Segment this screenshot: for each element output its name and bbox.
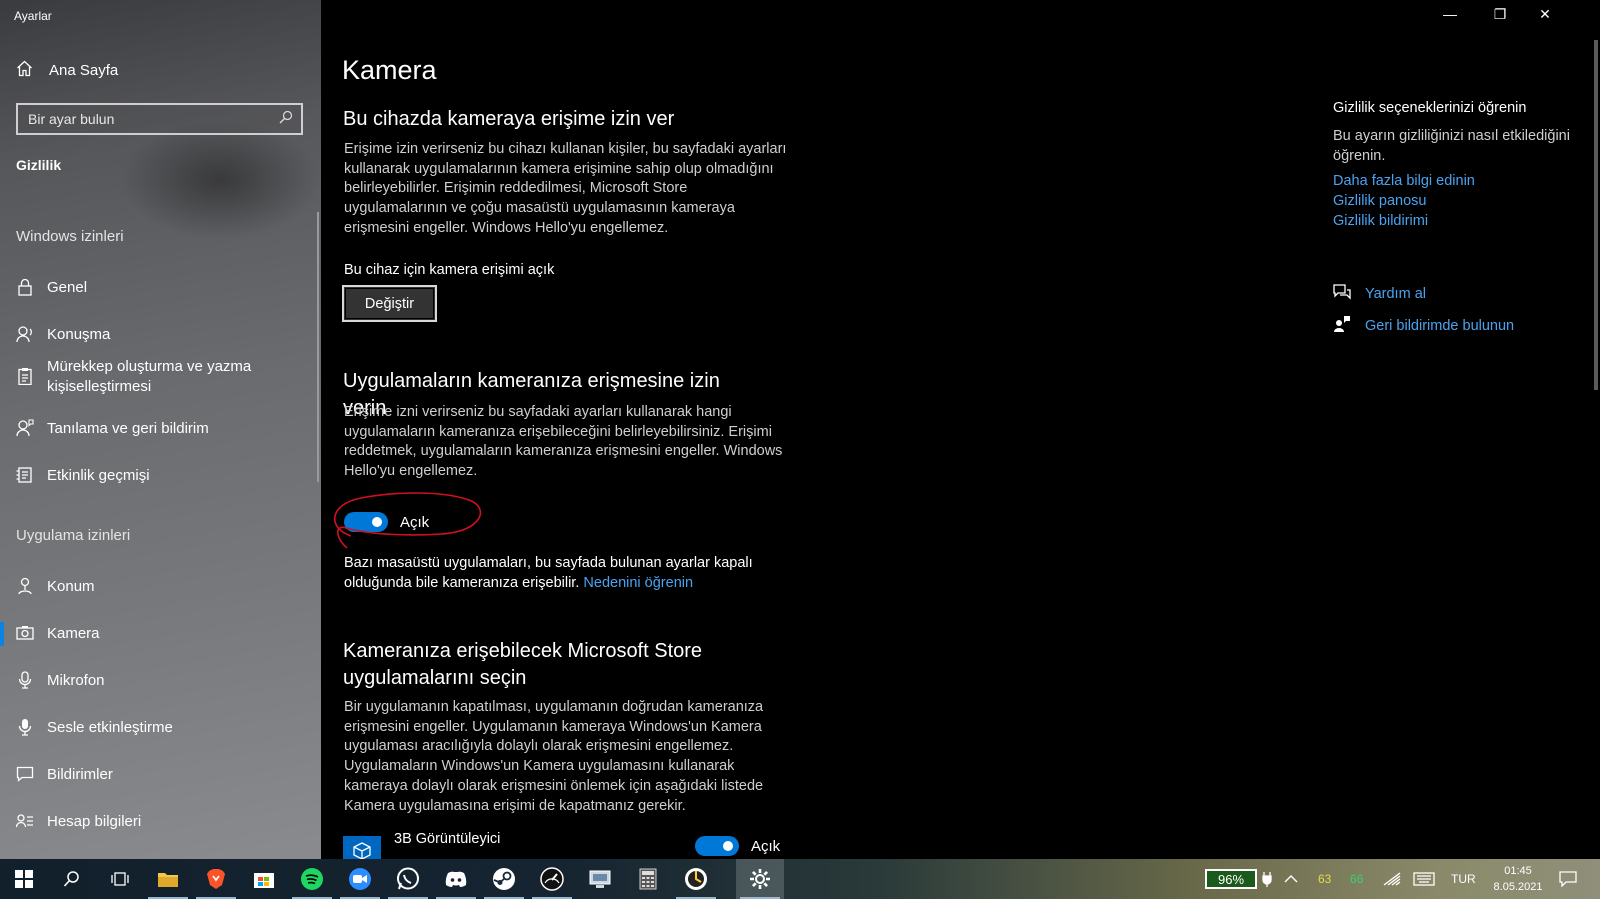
discord-icon[interactable] (432, 859, 480, 899)
gauge-icon[interactable] (528, 859, 576, 899)
minimize-button[interactable]: — (1435, 6, 1465, 22)
give-feedback-label: Geri bildirimde bulunun (1365, 318, 1515, 334)
sidebar-item-label: Mikrofon (47, 672, 105, 689)
input-language[interactable]: TUR (1451, 859, 1476, 899)
sidebar-item-label: Konuşma (47, 326, 111, 343)
restore-button[interactable]: ❐ (1485, 6, 1515, 23)
group-windows-permissions: Windows izinleri (16, 228, 124, 245)
notification-icon (16, 765, 34, 783)
sidebar-item-label: Tanılama ve geri bildirim (47, 420, 209, 437)
microphone-icon (16, 671, 34, 689)
sidebar-item-label: Hesap bilgileri (47, 813, 142, 830)
privacy-info-title: Gizlilik seçeneklerinizi öğrenin (1333, 100, 1527, 116)
clipboard-icon (16, 367, 34, 385)
camera-icon (16, 624, 34, 642)
wifi-icon[interactable] (1383, 859, 1401, 899)
sidebar-item-label: Bildirimler (47, 766, 113, 783)
privacy-dashboard-link[interactable]: Gizlilik panosu (1333, 191, 1573, 211)
help-chat-icon (1333, 283, 1351, 305)
get-help-link[interactable]: Yardım al (1333, 283, 1426, 305)
section-title-privacy: Gizlilik (16, 157, 62, 173)
sidebar-item-label: Genel (47, 279, 88, 296)
search-placeholder: Bir ayar bulun (28, 111, 115, 127)
section-heading-store-apps: Kameranıza erişebilecek Microsoft Store … (343, 640, 703, 689)
page-title: Kamera (342, 55, 437, 85)
clock-date: 8.05.2021 (1493, 881, 1543, 893)
desktop-apps-note: Bazı masaüstü uygulamaları, bu sayfada b… (344, 554, 794, 593)
group-app-permissions: Uygulama izinleri (16, 527, 131, 544)
keyboard-icon[interactable] (1413, 859, 1435, 899)
3d-viewer-app-icon (343, 836, 381, 859)
privacy-info-panel: Gizlilik seçeneklerinizi öğrenin Bu ayar… (1333, 100, 1573, 231)
calculator-icon[interactable] (624, 859, 672, 899)
voice-icon (16, 718, 34, 736)
main-content: — ❐ ✕ Kamera Bu cihazda kameraya erişime… (321, 0, 1600, 859)
home-label: Ana Sayfa (49, 62, 119, 79)
whatsapp-icon[interactable] (384, 859, 432, 899)
feedback-icon (1333, 315, 1351, 337)
action-center-icon[interactable] (1559, 859, 1577, 899)
battery-indicator[interactable]: 96% (1205, 869, 1257, 889)
spotify-icon[interactable] (288, 859, 336, 899)
brave-icon[interactable] (192, 859, 240, 899)
settings-icon[interactable] (736, 859, 784, 899)
give-feedback-link[interactable]: Geri bildirimde bulunun (1333, 315, 1514, 337)
power-plug-icon[interactable] (1262, 859, 1272, 899)
change-button[interactable]: Değiştir (342, 285, 437, 322)
gpu-temp[interactable]: 66 (1350, 859, 1363, 899)
clock[interactable]: 01:45 8.05.2021 (1487, 863, 1549, 895)
sidebar-item-label: Konum (47, 578, 95, 595)
section-description-store-apps: Bir uygulamanın kapatılması, uygulamanın… (344, 699, 764, 814)
history-icon (16, 466, 34, 484)
section-description-app-access: Erişime izni verirseniz bu sayfadaki aya… (344, 404, 783, 480)
sidebar-item-label: Mürekkep oluşturma ve yazma kişiselleşti… (47, 358, 252, 395)
steam-icon[interactable] (480, 859, 528, 899)
cpu-temp[interactable]: 63 (1318, 859, 1331, 899)
chevron-up-icon[interactable] (1284, 859, 1298, 899)
privacy-statement-link[interactable]: Gizlilik bildirimi (1333, 211, 1573, 231)
background-blur (120, 120, 320, 240)
sidebar-scrollbar[interactable] (317, 212, 319, 482)
account-info-icon (16, 812, 34, 830)
search-icon[interactable] (48, 859, 96, 899)
location-icon (16, 577, 34, 595)
device-access-status: Bu cihaz için kamera erişimi açık (344, 262, 555, 278)
sidebar-item-label: Kamera (47, 625, 100, 642)
monitor-app-icon[interactable] (576, 859, 624, 899)
clock-time: 01:45 (1504, 865, 1532, 877)
yandex-icon[interactable] (672, 859, 720, 899)
taskbar: 96% 63 66 TUR 01:45 8.05.2021 (0, 859, 1600, 899)
red-annotation-circle (334, 492, 482, 549)
sidebar-item-label: Sesle etkinleştirme (47, 719, 173, 736)
zoom-icon[interactable] (336, 859, 384, 899)
app-name-3d-viewer: 3B Görüntüleyici (394, 831, 501, 847)
settings-sidebar: Ayarlar Ana Sayfa Bir ayar bulun Gizlili… (0, 0, 321, 859)
home-nav-item[interactable]: Ana Sayfa (16, 60, 118, 81)
privacy-info-text: Bu ayarın gizliliğinizi nasıl etkilediği… (1333, 128, 1570, 164)
close-button[interactable]: ✕ (1530, 6, 1560, 23)
person-feedback-icon (16, 419, 34, 437)
home-icon (16, 60, 33, 81)
store-icon[interactable] (240, 859, 288, 899)
get-help-label: Yardım al (1365, 286, 1426, 302)
section-description-device-access: Erişime izin verirseniz bu cihazı kullan… (344, 141, 787, 236)
settings-search-input[interactable]: Bir ayar bulun (16, 103, 303, 135)
learn-more-link[interactable]: Daha fazla bilgi edinin (1333, 171, 1573, 191)
sidebar-item-label: Etkinlik geçmişi (47, 467, 150, 484)
lock-icon (16, 278, 34, 296)
start-icon[interactable] (0, 859, 48, 899)
learn-why-link[interactable]: Nedenini öğrenin (583, 575, 693, 591)
3d-viewer-toggle[interactable] (695, 836, 739, 856)
file-explorer-icon[interactable] (144, 859, 192, 899)
main-scrollbar[interactable] (1594, 40, 1598, 390)
speech-icon (16, 325, 34, 343)
app-title: Ayarlar (14, 9, 52, 23)
section-heading-device-access: Bu cihazda kameraya erişime izin ver (343, 108, 675, 130)
task-view-icon[interactable] (96, 859, 144, 899)
search-icon[interactable] (279, 110, 293, 129)
3d-viewer-toggle-state: Açık (751, 838, 781, 855)
